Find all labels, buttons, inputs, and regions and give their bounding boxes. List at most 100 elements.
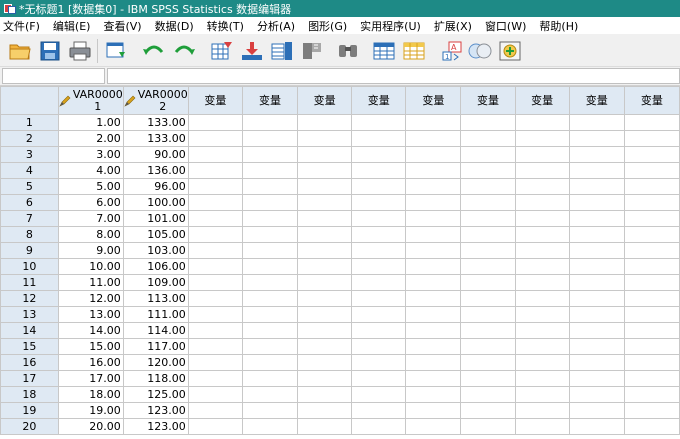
empty-cell[interactable]: [241, 178, 299, 195]
column-header-empty[interactable]: 变量: [568, 86, 625, 115]
data-cell[interactable]: 133.00: [122, 130, 189, 147]
row-number[interactable]: 6: [0, 194, 59, 211]
empty-cell[interactable]: [187, 178, 243, 195]
data-cell[interactable]: 118.00: [122, 370, 189, 387]
data-cell[interactable]: 5.00: [57, 178, 124, 195]
empty-cell[interactable]: [187, 418, 243, 435]
empty-cell[interactable]: [187, 290, 243, 307]
empty-cell[interactable]: [351, 130, 407, 147]
empty-cell[interactable]: [568, 338, 625, 355]
empty-cell[interactable]: [187, 114, 243, 131]
empty-cell[interactable]: [351, 306, 407, 323]
empty-cell[interactable]: [297, 402, 353, 419]
empty-cell[interactable]: [351, 354, 407, 371]
value-labels-icon[interactable]: [496, 37, 524, 65]
data-cell[interactable]: 10.00: [57, 258, 124, 275]
empty-cell[interactable]: [297, 114, 353, 131]
empty-cell[interactable]: [241, 130, 299, 147]
data-cell[interactable]: 100.00: [122, 194, 189, 211]
data-cell[interactable]: 20.00: [57, 418, 124, 435]
empty-cell[interactable]: [568, 322, 625, 339]
column-header-empty[interactable]: 变量: [623, 86, 680, 115]
empty-cell[interactable]: [460, 178, 516, 195]
data-cell[interactable]: 109.00: [122, 274, 189, 291]
empty-cell[interactable]: [241, 370, 299, 387]
empty-cell[interactable]: [568, 242, 625, 259]
data-cell[interactable]: 13.00: [57, 306, 124, 323]
empty-cell[interactable]: [405, 306, 462, 323]
column-header-var00001[interactable]: VAR0000 1: [57, 86, 124, 115]
data-cell[interactable]: 18.00: [57, 386, 124, 403]
empty-cell[interactable]: [241, 418, 299, 435]
empty-cell[interactable]: [405, 242, 462, 259]
row-number[interactable]: 3: [0, 146, 59, 163]
empty-cell[interactable]: [297, 194, 353, 211]
row-number[interactable]: 14: [0, 322, 59, 339]
empty-cell[interactable]: [623, 386, 680, 403]
undo-icon[interactable]: [140, 37, 168, 65]
empty-cell[interactable]: [241, 274, 299, 291]
empty-cell[interactable]: [351, 146, 407, 163]
row-number[interactable]: 8: [0, 226, 59, 243]
run-descriptives-icon[interactable]: [298, 37, 326, 65]
data-cell[interactable]: 136.00: [122, 162, 189, 179]
data-cell[interactable]: 15.00: [57, 338, 124, 355]
empty-cell[interactable]: [514, 402, 570, 419]
empty-cell[interactable]: [351, 258, 407, 275]
empty-cell[interactable]: [514, 290, 570, 307]
data-cell[interactable]: 3.00: [57, 146, 124, 163]
empty-cell[interactable]: [514, 306, 570, 323]
menu-window[interactable]: 窗口(W): [481, 18, 526, 34]
empty-cell[interactable]: [623, 258, 680, 275]
empty-cell[interactable]: [514, 162, 570, 179]
empty-cell[interactable]: [514, 322, 570, 339]
empty-cell[interactable]: [297, 178, 353, 195]
data-cell[interactable]: 16.00: [57, 354, 124, 371]
empty-cell[interactable]: [460, 146, 516, 163]
data-cell[interactable]: 1.00: [57, 114, 124, 131]
data-cell[interactable]: 2.00: [57, 130, 124, 147]
data-cell[interactable]: 90.00: [122, 146, 189, 163]
empty-cell[interactable]: [460, 210, 516, 227]
dialog-recall-icon[interactable]: [103, 37, 131, 65]
empty-cell[interactable]: [623, 306, 680, 323]
data-cell[interactable]: 8.00: [57, 226, 124, 243]
empty-cell[interactable]: [351, 178, 407, 195]
row-number[interactable]: 19: [0, 402, 59, 419]
insert-cases-icon[interactable]: [370, 37, 398, 65]
empty-cell[interactable]: [568, 226, 625, 243]
select-cases-icon[interactable]: [466, 37, 494, 65]
empty-cell[interactable]: [460, 226, 516, 243]
empty-cell[interactable]: [297, 370, 353, 387]
empty-cell[interactable]: [405, 114, 462, 131]
empty-cell[interactable]: [460, 258, 516, 275]
data-cell[interactable]: 6.00: [57, 194, 124, 211]
empty-cell[interactable]: [623, 114, 680, 131]
empty-cell[interactable]: [514, 370, 570, 387]
menu-edit[interactable]: 编辑(E): [49, 18, 91, 34]
empty-cell[interactable]: [623, 274, 680, 291]
empty-cell[interactable]: [187, 258, 243, 275]
empty-cell[interactable]: [187, 130, 243, 147]
empty-cell[interactable]: [351, 322, 407, 339]
menu-extensions[interactable]: 扩展(X): [430, 18, 472, 34]
empty-cell[interactable]: [460, 386, 516, 403]
column-header-var00002[interactable]: VAR0000 2: [122, 86, 189, 115]
empty-cell[interactable]: [514, 194, 570, 211]
empty-cell[interactable]: [297, 242, 353, 259]
empty-cell[interactable]: [241, 402, 299, 419]
empty-cell[interactable]: [514, 242, 570, 259]
empty-cell[interactable]: [623, 130, 680, 147]
empty-cell[interactable]: [405, 402, 462, 419]
empty-cell[interactable]: [568, 178, 625, 195]
empty-cell[interactable]: [351, 370, 407, 387]
empty-cell[interactable]: [568, 162, 625, 179]
empty-cell[interactable]: [514, 338, 570, 355]
redo-icon[interactable]: [170, 37, 198, 65]
empty-cell[interactable]: [623, 178, 680, 195]
empty-cell[interactable]: [351, 386, 407, 403]
empty-cell[interactable]: [623, 370, 680, 387]
empty-cell[interactable]: [514, 146, 570, 163]
data-cell[interactable]: 9.00: [57, 242, 124, 259]
empty-cell[interactable]: [514, 418, 570, 435]
